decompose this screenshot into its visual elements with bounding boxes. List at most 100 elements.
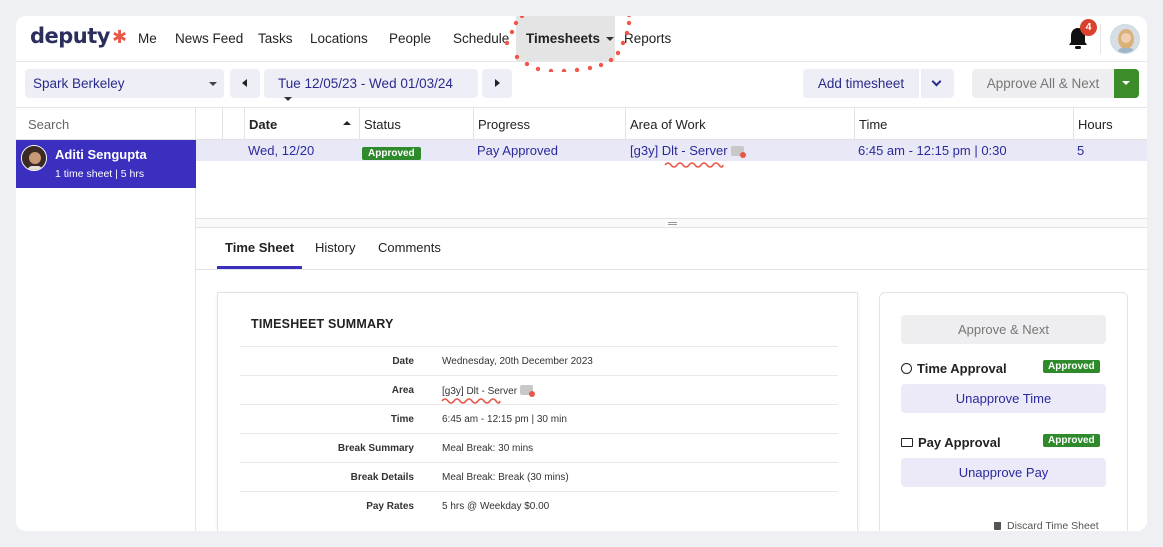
status-badge: Approved (362, 147, 421, 160)
summary-label: Date (392, 356, 414, 367)
column-header-date-label: Date (249, 117, 278, 132)
column-header-progress[interactable]: Progress (473, 108, 625, 140)
nav-me[interactable]: Me (138, 31, 157, 46)
employee-summary: 1 time sheet | 5 hrs (55, 168, 145, 180)
trash-icon (994, 522, 1001, 530)
clock-icon (901, 363, 912, 374)
approve-all-dropdown[interactable] (1114, 69, 1139, 98)
employee-avatar-image (22, 146, 46, 170)
next-period-button[interactable] (482, 69, 512, 98)
column-header-status[interactable]: Status (359, 108, 473, 140)
location-select-value: Spark Berkeley (33, 76, 125, 91)
summary-area-label: [g3y] Dlt - Server (442, 386, 518, 397)
approval-panel: Approve & Next Time Approval Approved Un… (879, 292, 1128, 531)
timesheet-toolbar: Spark Berkeley Tue 12/05/23 - Wed 01/03/… (16, 62, 1147, 108)
active-tab-indicator (217, 266, 302, 269)
nav-divider (1100, 24, 1101, 54)
logo-star-icon: ✱ (112, 27, 127, 48)
summary-label: Break Details (350, 472, 414, 483)
area-icon (730, 146, 746, 158)
panel-resize-handle[interactable] (196, 218, 1147, 228)
table-header: Date Status Progress Area of Work Time H… (196, 108, 1147, 140)
approve-all-next-button[interactable]: Approve All & Next (972, 69, 1114, 98)
summary-row-pay-rates: Pay Rates 5 hrs @ Weekday $0.00 (240, 491, 838, 520)
prev-period-button[interactable] (230, 69, 260, 98)
column-header-time[interactable]: Time (854, 108, 1073, 140)
row-area: [g3y] Dlt - Server (630, 143, 746, 158)
nav-locations[interactable]: Locations (310, 31, 368, 46)
nav-reports[interactable]: Reports (624, 31, 671, 46)
row-progress: Pay Approved (477, 143, 558, 158)
area-icon (520, 385, 536, 397)
summary-title: TIMESHEET SUMMARY (251, 317, 394, 331)
summary-label: Pay Rates (366, 501, 414, 512)
summary-value: [g3y] Dlt - Server (442, 385, 536, 397)
employee-sidebar: Search Aditi Sengupta 1 time sheet | 5 h… (16, 108, 196, 531)
approve-next-button[interactable]: Approve & Next (901, 315, 1106, 344)
pay-approval-heading: Pay Approval (901, 435, 1001, 450)
column-header-area[interactable]: Area of Work (625, 108, 854, 140)
cash-icon (901, 438, 913, 447)
arrow-left-icon (242, 79, 247, 87)
date-range-select[interactable]: Tue 12/05/23 - Wed 01/03/24 (264, 69, 478, 102)
detail-tabs: Time Sheet History Comments (196, 228, 1147, 270)
summary-value: 6:45 am - 12:15 pm | 30 min (442, 414, 567, 425)
employee-list-item[interactable]: Aditi Sengupta 1 time sheet | 5 hrs (16, 140, 196, 188)
pay-approval-label: Pay Approval (918, 435, 1001, 450)
sort-ascending-icon (343, 121, 351, 125)
deputy-logo[interactable]: deputy ✱ (30, 24, 127, 48)
timesheet-table: Date Status Progress Area of Work Time H… (196, 108, 1147, 218)
summary-label: Time (390, 414, 414, 425)
location-select[interactable]: Spark Berkeley (25, 69, 224, 98)
row-time: 6:45 am - 12:15 pm | 0:30 (858, 143, 1007, 158)
chevron-down-icon (1122, 81, 1130, 85)
summary-row-time: Time 6:45 am - 12:15 pm | 30 min (240, 404, 838, 433)
chevron-down-icon (606, 37, 615, 42)
row-date: Wed, 12/20 (248, 143, 315, 158)
column-header-hours[interactable]: Hours (1073, 108, 1147, 140)
top-nav: deputy ✱ Me News Feed Tasks Locations Peo… (16, 16, 1147, 72)
date-range-value: Tue 12/05/23 - Wed 01/03/24 (278, 76, 453, 91)
nav-schedule[interactable]: Schedule (453, 31, 509, 46)
chevron-down-icon (209, 82, 217, 86)
grip-icon (668, 222, 677, 225)
add-timesheet-button[interactable]: Add timesheet (803, 69, 919, 98)
notification-badge: 4 (1080, 19, 1097, 36)
nav-timesheets[interactable]: Timesheets (526, 31, 615, 46)
time-approval-status-badge: Approved (1043, 360, 1100, 373)
chevron-down-icon (284, 97, 292, 102)
table-row[interactable]: Wed, 12/20 Approved Pay Approved [g3y] D… (196, 140, 1147, 161)
summary-row-area: Area [g3y] Dlt - Server (240, 375, 838, 404)
user-avatar[interactable] (1110, 24, 1140, 54)
add-timesheet-dropdown[interactable] (921, 69, 954, 98)
employee-name: Aditi Sengupta (55, 147, 147, 162)
time-approval-label: Time Approval (917, 361, 1007, 376)
flag-column-header (222, 108, 244, 140)
area-underline-squiggle (664, 162, 724, 168)
unapprove-pay-button[interactable]: Unapprove Pay (901, 458, 1106, 487)
arrow-right-icon (495, 79, 500, 87)
summary-value: Meal Break: 30 mins (442, 443, 534, 454)
app-window: deputy ✱ Me News Feed Tasks Locations Peo… (16, 16, 1147, 531)
summary-row-break-details: Break Details Meal Break: Break (30 mins… (240, 462, 838, 491)
select-column-header[interactable] (196, 108, 222, 140)
timesheet-summary-card: TIMESHEET SUMMARY Date Wednesday, 20th D… (217, 292, 858, 531)
summary-row-date: Date Wednesday, 20th December 2023 (240, 346, 838, 375)
nav-tasks[interactable]: Tasks (258, 31, 293, 46)
tab-comments[interactable]: Comments (378, 240, 441, 255)
nav-people[interactable]: People (389, 31, 431, 46)
row-hours: 5 (1077, 143, 1085, 158)
column-header-date[interactable]: Date (244, 108, 359, 140)
pay-approval-status-badge: Approved (1043, 434, 1100, 447)
row-area-label: [g3y] Dlt - Server (630, 143, 728, 158)
tab-history[interactable]: History (315, 240, 355, 255)
nav-news-feed[interactable]: News Feed (175, 31, 243, 46)
unapprove-time-button[interactable]: Unapprove Time (901, 384, 1106, 413)
discard-timesheet-link[interactable]: Discard Time Sheet (994, 520, 1099, 531)
tab-time-sheet[interactable]: Time Sheet (225, 240, 294, 255)
summary-value: 5 hrs @ Weekday $0.00 (442, 501, 550, 512)
summary-row-break-summary: Break Summary Meal Break: 30 mins (240, 433, 838, 462)
discard-timesheet-label: Discard Time Sheet (1007, 520, 1099, 531)
employee-search-input[interactable]: Search (16, 108, 195, 140)
summary-label: Break Summary (337, 443, 414, 454)
